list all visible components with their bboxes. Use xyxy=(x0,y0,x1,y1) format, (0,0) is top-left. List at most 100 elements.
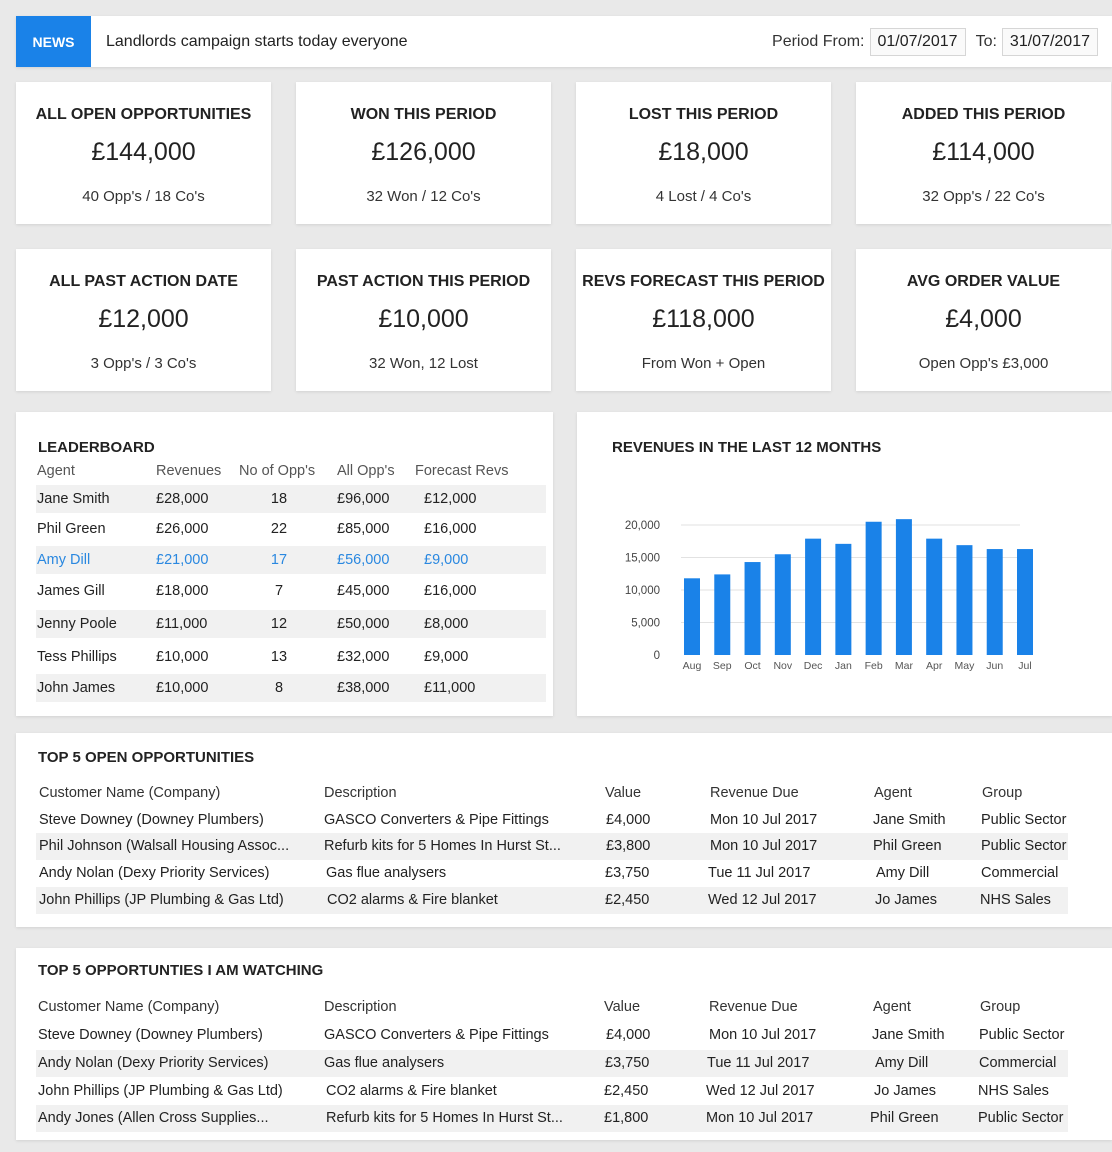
kpi-card-past-action-period[interactable]: PAST ACTION THIS PERIOD £10,000 32 Won, … xyxy=(296,249,551,391)
opportunity-group: NHS Sales xyxy=(980,892,1051,908)
leaderboard-row[interactable]: John James £10,000 8 £38,000 £11,000 xyxy=(36,674,546,702)
x-tick-label: Sep xyxy=(713,660,732,672)
agent-name: Amy Dill xyxy=(37,552,91,568)
x-tick-label: Dec xyxy=(804,660,823,672)
revenue-bar-jul[interactable] xyxy=(1017,549,1033,655)
kpi-card-all-open[interactable]: ALL OPEN OPPORTUNITIES £144,000 40 Opp's… xyxy=(16,82,271,224)
opportunity-row[interactable]: Andy Nolan (Dexy Priority Services) Gas … xyxy=(36,1050,1068,1077)
opportunity-group: Public Sector xyxy=(981,812,1067,828)
agent-forecast: £8,000 xyxy=(424,616,469,632)
revenue-bar-chart: 0 5,000 10,000 15,000 20,000 Aug Sep Oct Nov Dec J… xyxy=(625,519,1033,672)
revenue-bar-jun[interactable] xyxy=(986,549,1003,655)
column-header-value: Value xyxy=(605,785,642,801)
agent-name: Phil Green xyxy=(37,521,106,537)
kpi-subtext: 32 Opp's / 22 Co's xyxy=(922,188,1045,205)
opportunity-agent: Jo James xyxy=(874,1083,937,1099)
leaderboard-row[interactable]: James Gill £18,000 7 £45,000 £16,000 xyxy=(36,577,546,605)
opportunity-value: £1,800 xyxy=(604,1110,649,1126)
x-tick-label: Jan xyxy=(835,660,852,672)
news-message: Landlords campaign starts today everyone xyxy=(106,33,408,50)
opportunity-row[interactable]: John Phillips (JP Plumbing & Gas Ltd) CO… xyxy=(36,887,1068,914)
opportunity-row[interactable]: Phil Johnson (Walsall Housing Assoc... R… xyxy=(36,833,1068,860)
revenue-bar-dec[interactable] xyxy=(805,538,822,655)
leaderboard-row[interactable]: Phil Green £26,000 22 £85,000 £16,000 xyxy=(36,515,546,543)
kpi-card-revs-forecast[interactable]: REVS FORECAST THIS PERIOD £118,000 From … xyxy=(576,249,831,391)
revenue-bar-oct[interactable] xyxy=(744,562,761,655)
revenue-bar-aug[interactable] xyxy=(684,578,700,655)
revenue-due-date: Wed 12 Jul 2017 xyxy=(706,1083,815,1099)
leaderboard-row-selected[interactable]: Amy Dill £21,000 17 £56,000 £9,000 xyxy=(36,546,546,574)
customer-name: Phil Johnson (Walsall Housing Assoc... xyxy=(39,838,290,854)
period-to-input[interactable]: 31/07/2017 xyxy=(1001,28,1098,56)
opportunity-description: Gas flue analysers xyxy=(324,1055,445,1071)
agent-forecast: £12,000 xyxy=(424,491,477,507)
kpi-title: AVG ORDER VALUE xyxy=(906,273,1061,290)
kpi-card-won[interactable]: WON THIS PERIOD £126,000 32 Won / 12 Co'… xyxy=(296,82,551,224)
opportunity-value: £3,750 xyxy=(605,1055,650,1071)
opportunity-value: £2,450 xyxy=(605,892,650,908)
agent-all-opps: £96,000 xyxy=(337,491,390,507)
agent-opp-count: 13 xyxy=(270,649,288,665)
kpi-card-added[interactable]: ADDED THIS PERIOD £114,000 32 Opp's / 22… xyxy=(856,82,1111,224)
kpi-card-avg-order[interactable]: AVG ORDER VALUE £4,000 Open Opp's £3,000 xyxy=(856,249,1111,391)
agent-name: James Gill xyxy=(37,583,105,599)
agent-forecast: £16,000 xyxy=(424,583,477,599)
y-tick-label: 20,000 xyxy=(625,520,660,532)
revenue-bar-sep[interactable] xyxy=(714,574,731,655)
agent-forecast: £11,000 xyxy=(424,680,476,696)
opportunity-value: £3,800 xyxy=(606,838,651,854)
revenue-due-date: Mon 10 Jul 2017 xyxy=(706,1110,814,1126)
kpi-title: LOST THIS PERIOD xyxy=(628,106,779,123)
leaderboard-row[interactable]: Tess Phillips £10,000 13 £32,000 £9,000 xyxy=(36,643,546,671)
kpi-title: WON THIS PERIOD xyxy=(350,106,497,123)
revenue-bar-apr[interactable] xyxy=(926,538,943,655)
kpi-value: £12,000 xyxy=(98,305,189,333)
kpi-value: £10,000 xyxy=(378,305,469,333)
agent-all-opps: £38,000 xyxy=(337,680,390,696)
period-from-label: Period From: xyxy=(772,33,865,50)
opportunity-agent: Jane Smith xyxy=(873,812,946,828)
column-header-customer: Customer Name (Company) xyxy=(38,999,220,1015)
leaderboard-row[interactable]: Jenny Poole £11,000 12 £50,000 £8,000 xyxy=(36,610,546,638)
opportunity-row[interactable]: Andy Nolan (Dexy Priority Services) Gas … xyxy=(36,860,1068,887)
column-header-agent: Agent xyxy=(873,999,911,1015)
revenue-bar-mar[interactable] xyxy=(895,519,912,655)
kpi-card-past-action[interactable]: ALL PAST ACTION DATE £12,000 3 Opp's / 3… xyxy=(16,249,271,391)
opportunity-group: Public Sector xyxy=(978,1110,1064,1126)
revenue-due-date: Tue 11 Jul 2017 xyxy=(707,1055,810,1071)
opportunity-row[interactable]: Steve Downey (Downey Plumbers) GASCO Con… xyxy=(36,807,1068,834)
kpi-subtext: 32 Won / 12 Co's xyxy=(366,188,481,205)
column-header-group: Group xyxy=(980,999,1021,1015)
column-header-forecast-revs: Forecast Revs xyxy=(415,463,509,479)
agent-opp-count: 17 xyxy=(270,552,288,568)
opportunity-description: Refurb kits for 5 Homes In Hurst St... xyxy=(326,1110,563,1126)
opportunity-row[interactable]: John Phillips (JP Plumbing & Gas Ltd) CO… xyxy=(36,1078,1068,1105)
kpi-subtext: 3 Opp's / 3 Co's xyxy=(90,355,197,372)
leaderboard-row[interactable]: Jane Smith £28,000 18 £96,000 £12,000 xyxy=(36,485,546,513)
revenue-bar-may[interactable] xyxy=(956,545,973,655)
kpi-card-lost[interactable]: LOST THIS PERIOD £18,000 4 Lost / 4 Co's xyxy=(576,82,831,224)
kpi-subtext: 40 Opp's / 18 Co's xyxy=(82,188,205,205)
opportunity-row[interactable]: Steve Downey (Downey Plumbers) GASCO Con… xyxy=(36,1022,1068,1049)
y-tick-label: 0 xyxy=(654,650,660,662)
opportunity-value: £2,450 xyxy=(604,1083,649,1099)
revenue-bar-nov[interactable] xyxy=(774,554,791,655)
agent-all-opps: £56,000 xyxy=(337,552,390,568)
kpi-subtext: 4 Lost / 4 Co's xyxy=(655,188,752,205)
revenue-bar-feb[interactable] xyxy=(865,521,882,655)
y-tick-label: 15,000 xyxy=(625,553,660,565)
column-header-group: Group xyxy=(982,785,1023,801)
period-from-input[interactable]: 01/07/2017 xyxy=(869,28,966,56)
kpi-value: £126,000 xyxy=(371,138,476,166)
opportunity-row[interactable]: Andy Jones (Allen Cross Supplies... Refu… xyxy=(36,1105,1068,1132)
watching-opportunities-panel: TOP 5 OPPORTUNTIES I AM WATCHING Custome… xyxy=(16,948,1112,1140)
kpi-value: £144,000 xyxy=(91,138,196,166)
agent-revenues: £10,000 xyxy=(156,680,209,696)
opportunity-agent: Phil Green xyxy=(873,838,942,854)
watching-opportunities-header-row: Customer Name (Company) Description Valu… xyxy=(36,994,1068,1021)
revenue-bar-jan[interactable] xyxy=(835,543,852,655)
agent-opp-count: 8 xyxy=(274,680,284,696)
kpi-value: £118,000 xyxy=(652,305,755,333)
kpi-title: ADDED THIS PERIOD xyxy=(901,106,1066,123)
kpi-title: ALL PAST ACTION DATE xyxy=(49,273,238,290)
